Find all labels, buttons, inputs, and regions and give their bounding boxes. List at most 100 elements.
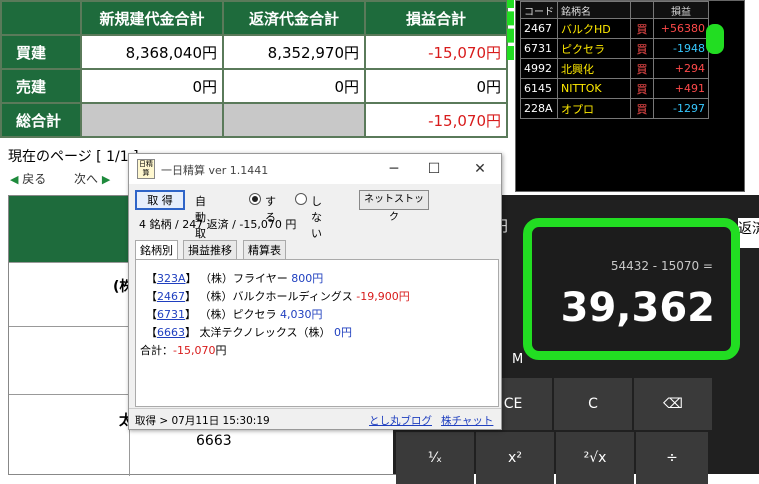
stock-pl: 4,030円 <box>280 308 323 321</box>
stock-code-link[interactable]: 2467 <box>157 290 185 303</box>
triangle-left-icon: ◀ <box>10 173 19 186</box>
memory-button[interactable]: M <box>512 352 523 367</box>
sell-new-total: 0円 <box>80 68 224 104</box>
header-pl-total: 損益合計 <box>364 0 508 36</box>
divide-button[interactable]: ÷ <box>636 432 708 484</box>
annotation-mark <box>507 0 525 60</box>
next-page-link[interactable]: 次へ ▶ <box>74 170 110 187</box>
stock-side: 買 <box>630 38 654 59</box>
annotation-mark <box>706 24 724 54</box>
page-indicator: 現在のページ [ 1/1 ] <box>8 149 139 165</box>
stock-name: NITTOK <box>557 78 631 99</box>
stock-name: （株）バルクホールディングス <box>199 290 353 303</box>
header-repay-total: 返済代金合計 <box>222 0 366 36</box>
title-bar[interactable]: 日精算 一日精算 ver 1.1441 ─ ☐ ✕ <box>129 154 501 184</box>
blog-link[interactable]: とし丸ブログ <box>369 413 432 428</box>
col-name: 銘柄名 <box>557 1 631 19</box>
stock-name: ピクセラ <box>557 38 631 59</box>
status-bar: 取得 > 07月11日 15:30:19 とし丸ブログ 株チャット <box>129 408 501 429</box>
stock-side: 買 <box>630 58 654 79</box>
netstock-button[interactable]: ネットストック <box>359 190 429 223</box>
clear-button[interactable]: C <box>554 378 632 430</box>
table-row[interactable]: 6145 NITTOK 買 +491 <box>520 78 709 99</box>
radio-off[interactable] <box>295 193 307 205</box>
tab-pl-history[interactable]: 損益推移 <box>183 240 237 260</box>
table-row[interactable]: 4992 北興化 買 +294 <box>520 58 709 79</box>
sqrt-button[interactable]: ²√x <box>556 432 634 484</box>
total-label: 合計： <box>140 344 173 357</box>
grand-repay-total <box>222 102 366 138</box>
stock-code: 4992 <box>520 58 558 79</box>
list-item: 【2467】 （株）バルクホールディングス -19,900円 <box>146 290 410 303</box>
stock-code-link[interactable]: 6663 <box>157 326 185 339</box>
fetch-button[interactable]: 取 得 <box>135 190 185 210</box>
stock-name: （株）ピクセラ <box>199 308 277 321</box>
stock-code-link[interactable]: 323A <box>157 272 186 285</box>
prev-page-label: 戻る <box>22 172 47 186</box>
grand-new-total <box>80 102 224 138</box>
stock-code: 2467 <box>520 18 558 39</box>
backspace-button[interactable]: ⌫ <box>634 378 712 430</box>
settlement-summary: 4 銘柄 / 247 返済 / -15,070 円 <box>139 218 297 231</box>
stock-pl: -1297 <box>653 98 709 119</box>
stock-name: 太洋テクノレックス（株） <box>199 326 331 339</box>
stock-pl: +56380 <box>653 18 709 39</box>
maximize-icon[interactable]: ☐ <box>419 158 449 180</box>
tab-bar: 銘柄別 損益推移 精算表 <box>133 240 499 261</box>
total-unit: 円 <box>215 344 227 357</box>
stock-side: 買 <box>630 78 654 99</box>
stock-code: 6731 <box>520 38 558 59</box>
side-repay-text: 返済 <box>738 221 759 237</box>
triangle-right-icon: ▶ <box>101 173 111 186</box>
app-icon-text: 日精算 <box>139 160 153 177</box>
fetch-status: 取得 > 07月11日 15:30:19 <box>135 415 270 427</box>
list-item: 【6731】 （株）ピクセラ 4,030円 <box>146 308 323 321</box>
app-icon: 日精算 <box>137 159 155 179</box>
col-pl: 損益 <box>653 1 709 19</box>
col-code: コード <box>520 1 558 19</box>
buy-pl-total: -15,070円 <box>364 34 508 70</box>
sell-pl-total: 0円 <box>364 68 508 104</box>
stock-pl: -1948 <box>653 38 709 59</box>
side-repay-label: 返済 <box>738 218 759 248</box>
prev-page-link[interactable]: ◀ 戻る <box>10 170 46 187</box>
tab-settlement-sheet[interactable]: 精算表 <box>243 240 286 260</box>
stock-pl: 800円 <box>291 272 324 285</box>
stock-name: 北興化 <box>557 58 631 79</box>
minimize-icon[interactable]: ─ <box>379 158 409 180</box>
total-value: -15,070 <box>173 344 216 357</box>
stock-name: オプロ <box>557 98 631 119</box>
radio-off-label: しない <box>311 195 322 240</box>
window-title: 一日精算 ver 1.1441 <box>161 164 269 177</box>
table-row[interactable]: 228A オプロ 買 -1297 <box>520 98 709 119</box>
calculator-expression: 54432 - 15070 = <box>610 259 713 273</box>
table-row[interactable]: 2467 バルクHD 買 +56380 <box>520 18 709 39</box>
stock-pl-list: 【323A】 （株）フライヤー 800円 【2467】 （株）バルクホールディン… <box>135 259 499 407</box>
tab-by-stock[interactable]: 銘柄別 <box>135 240 178 261</box>
square-button[interactable]: x² <box>476 432 554 484</box>
close-icon[interactable]: ✕ <box>465 158 495 180</box>
row-label-sell: 売建 <box>0 68 82 104</box>
next-page-label: 次へ <box>74 172 99 186</box>
list-item: 【323A】 （株）フライヤー 800円 <box>146 272 324 285</box>
header-new-total: 新規建代金合計 <box>80 0 224 36</box>
stock-pl: +294 <box>653 58 709 79</box>
buy-new-total: 8,368,040円 <box>80 34 224 70</box>
stock-side: 買 <box>630 18 654 39</box>
daily-settlement-window: 日精算 一日精算 ver 1.1441 ─ ☐ ✕ 取 得 自動取得 する しな… <box>128 153 502 430</box>
stock-pl: +491 <box>653 78 709 99</box>
stock-code: 6145 <box>520 78 558 99</box>
reciprocal-button[interactable]: ¹⁄ₓ <box>396 432 474 484</box>
chat-link[interactable]: 株チャット <box>441 413 493 428</box>
background-stock-code: 6663 <box>196 433 232 449</box>
stock-pl: 0円 <box>334 326 353 339</box>
stock-side: 買 <box>630 98 654 119</box>
grand-pl-total: -15,070円 <box>364 102 508 138</box>
col-side <box>630 1 654 19</box>
summary-table: 新規建代金合計 返済代金合計 損益合計 買建 8,368,040円 8,352,… <box>0 0 508 140</box>
table-row[interactable]: 6731 ピクセラ 買 -1948 <box>520 38 709 59</box>
radio-on[interactable] <box>249 193 261 205</box>
stock-code-link[interactable]: 6731 <box>157 308 185 321</box>
buy-repay-total: 8,352,970円 <box>222 34 366 70</box>
stock-pl: -19,900円 <box>356 290 410 303</box>
